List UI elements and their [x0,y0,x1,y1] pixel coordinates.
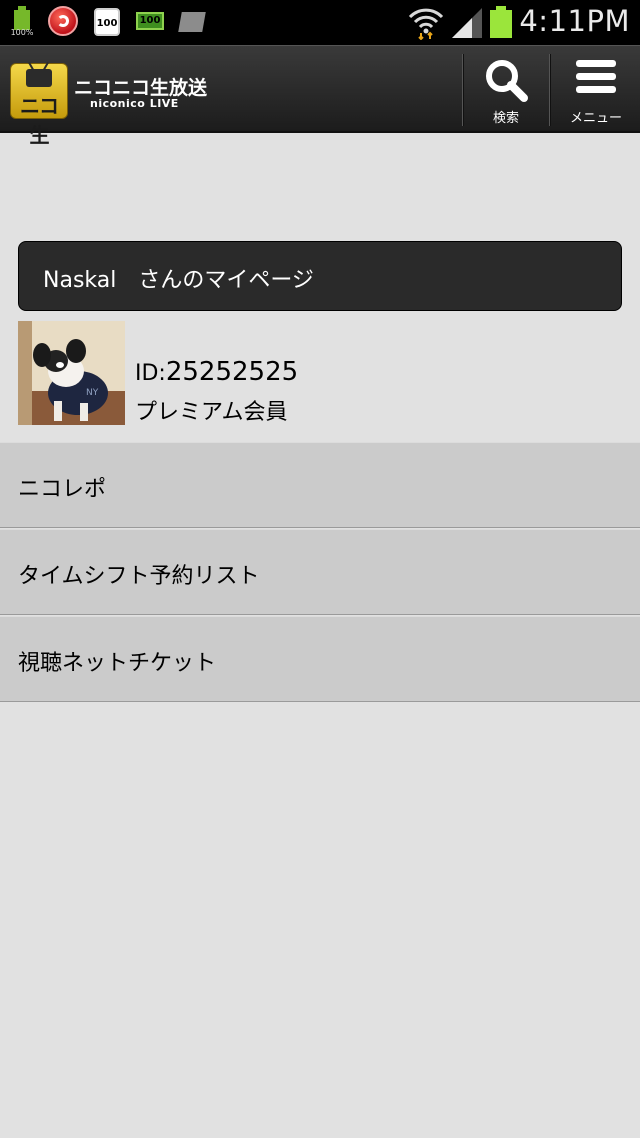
niconico-logo-icon[interactable]: ニコ生 [10,63,68,147]
search-label: 検索 [492,111,519,126]
mypage-title-bar: Naskal さんのマイページ [18,241,622,311]
trend-micro-icon [48,6,82,38]
menu-item-label: 視聴ネットチケット [18,651,217,676]
calendar-icon: 100 [92,6,122,38]
menu-item-label: タイムシフト予約リスト [18,564,260,589]
svg-text:NY: NY [86,388,99,398]
battery-percent: 100% [10,28,34,37]
battery-icon: 100% [8,6,36,38]
menu-label: メニュー [569,111,622,126]
header-divider [549,54,551,126]
mypage-menu-list: ニコレポ タイムシフト予約リスト 視聴ネットチケット [0,442,640,703]
status-bar: 100% 100 100 4:11PM [0,0,640,45]
member-type: プレミアム会員 [135,400,288,425]
app-header: ニコ生 ニコニコ生放送 niconico LIVE 検索 メニュー [0,45,640,147]
clock: 4:11PM [519,4,630,38]
logo-badge-text: ニコ生 [20,94,59,147]
user-id: ID:25252525 [135,357,298,387]
calendar-text: 100 [96,18,118,29]
logo-title: ニコニコ生放送 [74,77,208,99]
logo-subtitle: niconico LIVE [90,97,179,110]
signal-icon [450,6,484,38]
avatar: NY [18,321,125,425]
search-button[interactable]: 検索 [464,46,548,132]
menu-item-timeshift-list[interactable]: タイムシフト予約リスト [0,529,640,615]
menu-button[interactable]: メニュー [552,46,640,132]
menu-item-nicorepo[interactable]: ニコレポ [0,442,640,528]
hamburger-menu-icon [576,60,616,102]
battery-widget-text: 100 [139,15,161,26]
user-id-prefix: ID: [135,361,166,386]
menu-item-label: ニコレポ [18,477,107,502]
search-icon [486,60,528,102]
page-title: Naskal さんのマイページ [43,268,314,293]
user-id-value: 25252525 [165,357,299,387]
menu-item-viewing-tickets[interactable]: 視聴ネットチケット [0,616,640,702]
wifi-icon [408,6,444,41]
card-icon [178,6,208,38]
tv-icon [26,69,52,87]
battery-icon [490,6,512,38]
battery-widget-icon: 100 [136,6,166,38]
